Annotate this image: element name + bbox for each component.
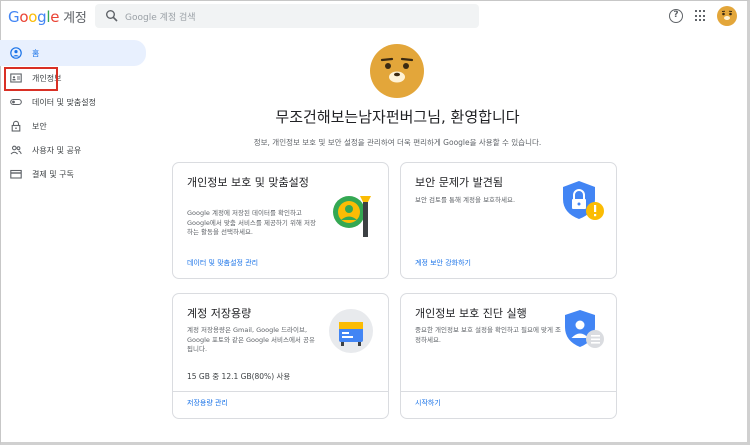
logo-letter: G: [8, 8, 20, 26]
people-icon: [10, 145, 22, 155]
sidebar-item-payments[interactable]: 결제 및 구독: [0, 162, 150, 186]
security-shield-icon: [563, 181, 604, 220]
sidebar-item-label: 데이터 및 맞춤설정: [32, 97, 96, 107]
card-title: 계정 저장용량: [187, 307, 252, 320]
sidebar-item-label: 홈: [32, 48, 40, 58]
search-icon: [106, 10, 118, 22]
search-bar[interactable]: Google 계정 검색: [95, 4, 479, 28]
privacy-illustration-icon: [333, 196, 371, 237]
logo-letter: e: [50, 8, 60, 26]
logo-letter: g: [37, 8, 47, 26]
welcome-heading: 무조건해보는남자펀버그님, 환영합니다: [275, 108, 520, 126]
card-title: 개인정보 보호 진단 실행: [415, 307, 527, 320]
sidebar-item-people-sharing[interactable]: 사용자 및 공유: [0, 138, 150, 162]
id-card-icon: [10, 73, 22, 83]
card-description: Google 계정에 저장된 데이터를 확인하고 Google에서 맞춤 서비스…: [187, 209, 316, 236]
privacy-checkup-shield-icon: [565, 310, 604, 348]
storage-usage-text: 15 GB 중 12.1 GB(80%) 사용: [187, 372, 291, 381]
card-divider: [401, 391, 616, 392]
avatar-face-icon: [721, 10, 733, 20]
top-header: Google 계정 Google 계정 검색 ?: [0, 0, 750, 36]
lock-icon: [11, 120, 21, 132]
home-icon: [10, 47, 22, 59]
help-circle-icon[interactable]: ?: [669, 9, 683, 23]
manage-data-link[interactable]: 데이터 및 맞춤설정 관리: [187, 258, 258, 268]
logo-letter: o: [28, 8, 38, 26]
logo-letter: o: [19, 8, 29, 26]
card-privacy-personalization[interactable]: 개인정보 보호 및 맞춤설정 Google 계정에 저장된 데이터를 확인하고 …: [172, 162, 389, 279]
avatar-face-icon: [380, 57, 414, 83]
manage-storage-link[interactable]: 저장용량 관리: [187, 398, 228, 408]
search-placeholder: Google 계정 검색: [125, 13, 196, 23]
toggle-icon: [10, 98, 22, 106]
sidebar-item-label: 보안: [32, 121, 47, 131]
start-checkup-link[interactable]: 시작하기: [415, 398, 441, 408]
sidebar-item-security[interactable]: 보안: [0, 114, 150, 138]
account-avatar[interactable]: [717, 6, 737, 26]
card-account-storage[interactable]: 계정 저장용량 계정 저장용량은 Gmail, Google 드라이브, Goo…: [172, 293, 389, 419]
sidebar-item-data-personalization[interactable]: 데이터 및 맞춤설정: [0, 90, 150, 114]
card-security-issue[interactable]: 보안 문제가 발견됨 보안 검토를 통해 계정을 보호하세요. 계정 보안 강화…: [400, 162, 617, 279]
sidebar-item-home[interactable]: 홈: [0, 40, 146, 66]
profile-avatar[interactable]: [370, 44, 424, 98]
sidebar-item-label: 개인정보: [32, 73, 62, 83]
card-description: 중요한 개인정보 보호 설정을 확인하고 필요에 맞게 조정하세요.: [415, 326, 562, 344]
card-title: 보안 문제가 발견됨: [415, 176, 503, 189]
storage-illustration-icon: [329, 309, 373, 353]
welcome-subtitle: 정보, 개인정보 보호 및 보안 설정을 관리하여 더욱 편리하게 Google…: [253, 138, 542, 147]
apps-grid-icon[interactable]: [695, 10, 707, 22]
card-divider: [173, 391, 388, 392]
logo-suffix: 계정: [63, 11, 87, 26]
sidebar-item-label: 결제 및 구독: [32, 169, 74, 179]
sidebar-nav: 홈 개인정보 데이터 및 맞춤설정 보안 사용자 및 공유 결제 및 구독: [0, 40, 150, 186]
sidebar-item-label: 사용자 및 공유: [32, 145, 82, 155]
card-description: 계정 저장용량은 Gmail, Google 드라이브, Google 포토와 …: [187, 326, 315, 353]
credit-card-icon: [10, 169, 22, 179]
card-title: 개인정보 보호 및 맞춤설정: [187, 176, 309, 189]
secure-account-link[interactable]: 계정 보안 강화하기: [415, 258, 471, 268]
card-description: 보안 검토를 통해 계정을 보호하세요.: [415, 196, 516, 204]
sidebar-item-personal-info[interactable]: 개인정보: [0, 66, 150, 91]
google-account-logo[interactable]: Google 계정: [8, 7, 87, 26]
card-privacy-checkup[interactable]: 개인정보 보호 진단 실행 중요한 개인정보 보호 설정을 확인하고 필요에 맞…: [400, 293, 617, 419]
